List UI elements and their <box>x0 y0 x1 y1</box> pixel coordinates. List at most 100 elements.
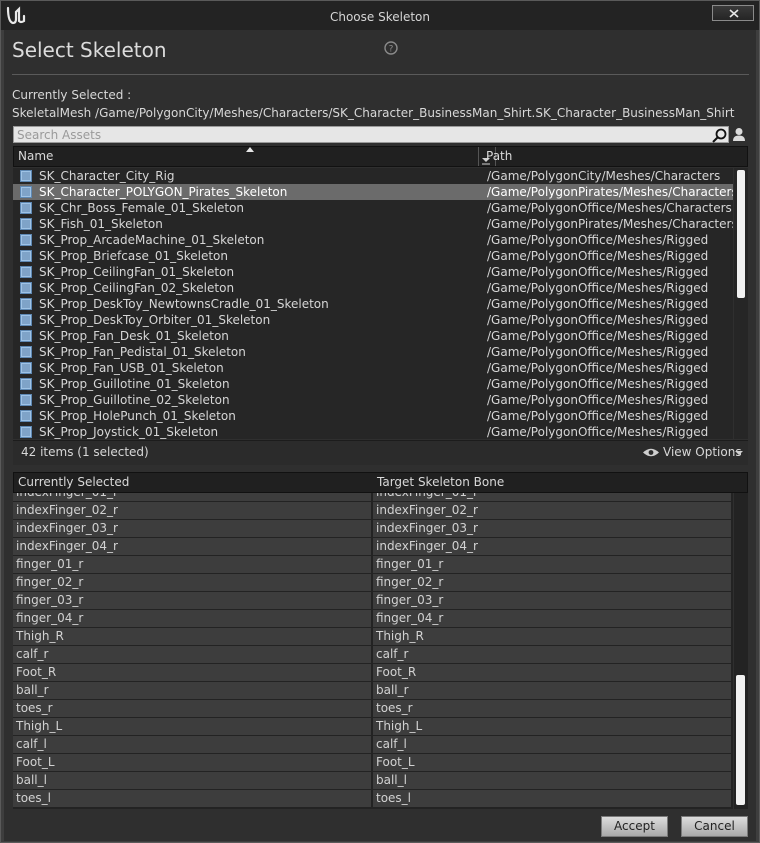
asset-path: /Game/PolygonOffice/Meshes/Rigged <box>487 313 709 327</box>
target-bone-cell[interactable]: ball_r <box>373 682 731 699</box>
bone-mapping-row: Foot_R Foot_R <box>13 664 733 681</box>
skeleton-asset-icon <box>20 202 32 214</box>
target-bone-cell[interactable]: calf_r <box>373 646 731 663</box>
asset-name: SK_Prop_Guillotine_01_Skeleton <box>39 377 230 391</box>
asset-row[interactable]: SK_Prop_CeilingFan_02_Skeleton/Game/Poly… <box>13 280 733 296</box>
source-bone-cell: ball_l <box>13 772 371 789</box>
target-bone-name: finger_02_r <box>376 575 444 589</box>
column-header-path[interactable]: Path <box>486 149 512 163</box>
asset-row[interactable]: SK_Prop_CeilingFan_01_Skeleton/Game/Poly… <box>13 264 733 280</box>
source-bone-name: finger_04_r <box>16 611 84 625</box>
source-bone-cell: Thigh_R <box>13 628 371 645</box>
bone-mapping-row: indexFinger_02_r indexFinger_02_r <box>13 502 733 519</box>
target-bone-cell[interactable]: finger_01_r <box>373 556 731 573</box>
skeleton-asset-icon <box>20 346 32 358</box>
source-bone-cell: indexFinger_01_r <box>13 493 371 501</box>
target-bone-name: finger_04_r <box>376 611 444 625</box>
target-bone-cell[interactable]: indexFinger_02_r <box>373 502 731 519</box>
asset-name: SK_Prop_Fan_Pedistal_01_Skeleton <box>39 345 246 359</box>
source-bone-cell: finger_01_r <box>13 556 371 573</box>
target-bone-cell[interactable]: indexFinger_04_r <box>373 538 731 555</box>
target-bone-name: Foot_R <box>376 665 417 679</box>
column-header-name[interactable]: Name <box>18 149 53 163</box>
asset-row[interactable]: SK_Chr_Boss_Female_01_Skeleton/Game/Poly… <box>13 200 733 216</box>
bone-list-scrollbar[interactable] <box>734 493 748 809</box>
title-bar[interactable]: Choose Skeleton <box>1 1 759 30</box>
asset-name: SK_Chr_Boss_Female_01_Skeleton <box>39 201 245 215</box>
asset-path: /Game/PolygonPirates/Meshes/Characters/ <box>487 185 733 199</box>
asset-row[interactable]: SK_Prop_Fan_Desk_01_Skeleton/Game/Polygo… <box>13 328 733 344</box>
accept-button[interactable]: Accept <box>601 816 668 837</box>
target-bone-name: finger_01_r <box>376 557 444 571</box>
target-bone-cell[interactable]: indexFinger_01_r <box>373 493 731 501</box>
window-title: Choose Skeleton <box>329 10 430 24</box>
asset-row[interactable]: SK_Prop_Joystick_01_Skeleton/Game/Polygo… <box>13 424 733 439</box>
skeleton-asset-icon <box>20 410 32 422</box>
bone-mapping-row: toes_l toes_l <box>13 790 733 807</box>
asset-row[interactable]: SK_Fish_01_Skeleton/Game/PolygonPirates/… <box>13 216 733 232</box>
target-bone-cell[interactable]: toes_r <box>373 700 731 717</box>
target-bone-cell[interactable]: finger_03_r <box>373 592 731 609</box>
target-bone-cell[interactable]: finger_02_r <box>373 574 731 591</box>
source-bone-name: calf_r <box>16 647 49 661</box>
asset-row[interactable]: SK_Prop_DeskToy_NewtownsCradle_01_Skelet… <box>13 296 733 312</box>
asset-row[interactable]: SK_Prop_ArcadeMachine_01_Skeleton/Game/P… <box>13 232 733 248</box>
target-bone-cell[interactable]: Foot_L <box>373 754 731 771</box>
search-input[interactable] <box>17 127 707 142</box>
asset-row[interactable]: SK_Character_City_Rig/Game/PolygonCity/M… <box>13 168 733 184</box>
column-header-currently-selected: Currently Selected <box>18 475 130 489</box>
asset-path: /Game/PolygonCity/Meshes/Characters <box>487 169 721 183</box>
skeleton-asset-icon <box>20 266 32 278</box>
view-options-button[interactable]: View Options <box>663 445 742 459</box>
source-bone-name: indexFinger_04_r <box>16 539 118 553</box>
asset-path: /Game/PolygonOffice/Meshes/Rigged <box>487 249 709 263</box>
skeleton-asset-icon <box>20 394 32 406</box>
help-icon[interactable]: ? <box>384 41 398 55</box>
bone-mapping-row: toes_r toes_r <box>13 700 733 717</box>
user-icon[interactable] <box>732 127 746 142</box>
target-bone-cell[interactable]: indexFinger_03_r <box>373 520 731 537</box>
chevron-down-icon[interactable] <box>735 451 743 456</box>
target-bone-cell[interactable]: ball_l <box>373 772 731 789</box>
asset-row[interactable]: SK_Prop_Fan_USB_01_Skeleton/Game/Polygon… <box>13 360 733 376</box>
asset-row[interactable]: SK_Prop_Guillotine_02_Skeleton/Game/Poly… <box>13 392 733 408</box>
asset-name: SK_Prop_Joystick_01_Skeleton <box>39 425 219 439</box>
target-bone-cell[interactable]: finger_04_r <box>373 610 731 627</box>
currently-selected-label: Currently Selected : <box>12 88 132 102</box>
asset-row[interactable]: SK_Prop_Briefcase_01_Skeleton/Game/Polyg… <box>13 248 733 264</box>
scrollbar-thumb[interactable] <box>737 170 745 298</box>
eye-icon[interactable] <box>642 447 660 458</box>
asset-path: /Game/PolygonPirates/Meshes/Characters/ <box>487 217 733 231</box>
source-bone-cell: ball_r <box>13 682 371 699</box>
source-bone-name: Thigh_R <box>16 629 64 643</box>
item-count: 42 items (1 selected) <box>21 445 149 459</box>
asset-row[interactable]: SK_Prop_DeskToy_Orbiter_01_Skeleton/Game… <box>13 312 733 328</box>
asset-row[interactable]: SK_Prop_Guillotine_01_Skeleton/Game/Poly… <box>13 376 733 392</box>
scrollbar-thumb[interactable] <box>736 675 745 805</box>
source-bone-name: indexFinger_03_r <box>16 521 118 535</box>
target-bone-cell[interactable]: Thigh_L <box>373 718 731 735</box>
search-box[interactable] <box>13 126 729 143</box>
search-icon[interactable] <box>712 128 727 143</box>
close-button[interactable] <box>712 5 754 21</box>
bone-mapping-list[interactable]: indexFinger_01_rindexFinger_01_rindexFin… <box>13 493 733 809</box>
target-bone-cell[interactable]: Thigh_R <box>373 628 731 645</box>
asset-list-scrollbar[interactable] <box>734 168 748 439</box>
asset-row[interactable]: SK_Prop_HolePunch_01_Skeleton/Game/Polyg… <box>13 408 733 424</box>
bone-mapping-row: indexFinger_01_r indexFinger_01_r <box>13 493 733 501</box>
target-bone-cell[interactable]: calf_l <box>373 736 731 753</box>
asset-list[interactable]: SK_Character_City_Rig/Game/PolygonCity/M… <box>13 168 733 439</box>
page-title: Select Skeleton <box>12 38 167 62</box>
asset-name: SK_Prop_Fan_Desk_01_Skeleton <box>39 329 229 343</box>
asset-name: SK_Prop_Briefcase_01_Skeleton <box>39 249 228 263</box>
source-bone-cell: Foot_L <box>13 754 371 771</box>
target-bone-name: finger_03_r <box>376 593 444 607</box>
asset-row[interactable]: SK_Character_POLYGON_Pirates_Skeleton/Ga… <box>13 184 733 200</box>
target-bone-cell[interactable]: Foot_R <box>373 664 731 681</box>
source-bone-cell: indexFinger_02_r <box>13 502 371 519</box>
target-bone-cell[interactable]: toes_l <box>373 790 731 807</box>
asset-name: SK_Prop_DeskToy_Orbiter_01_Skeleton <box>39 313 271 327</box>
asset-row[interactable]: SK_Prop_Fan_Pedistal_01_Skeleton/Game/Po… <box>13 344 733 360</box>
source-bone-cell: Thigh_L <box>13 718 371 735</box>
cancel-button[interactable]: Cancel <box>681 816 748 837</box>
